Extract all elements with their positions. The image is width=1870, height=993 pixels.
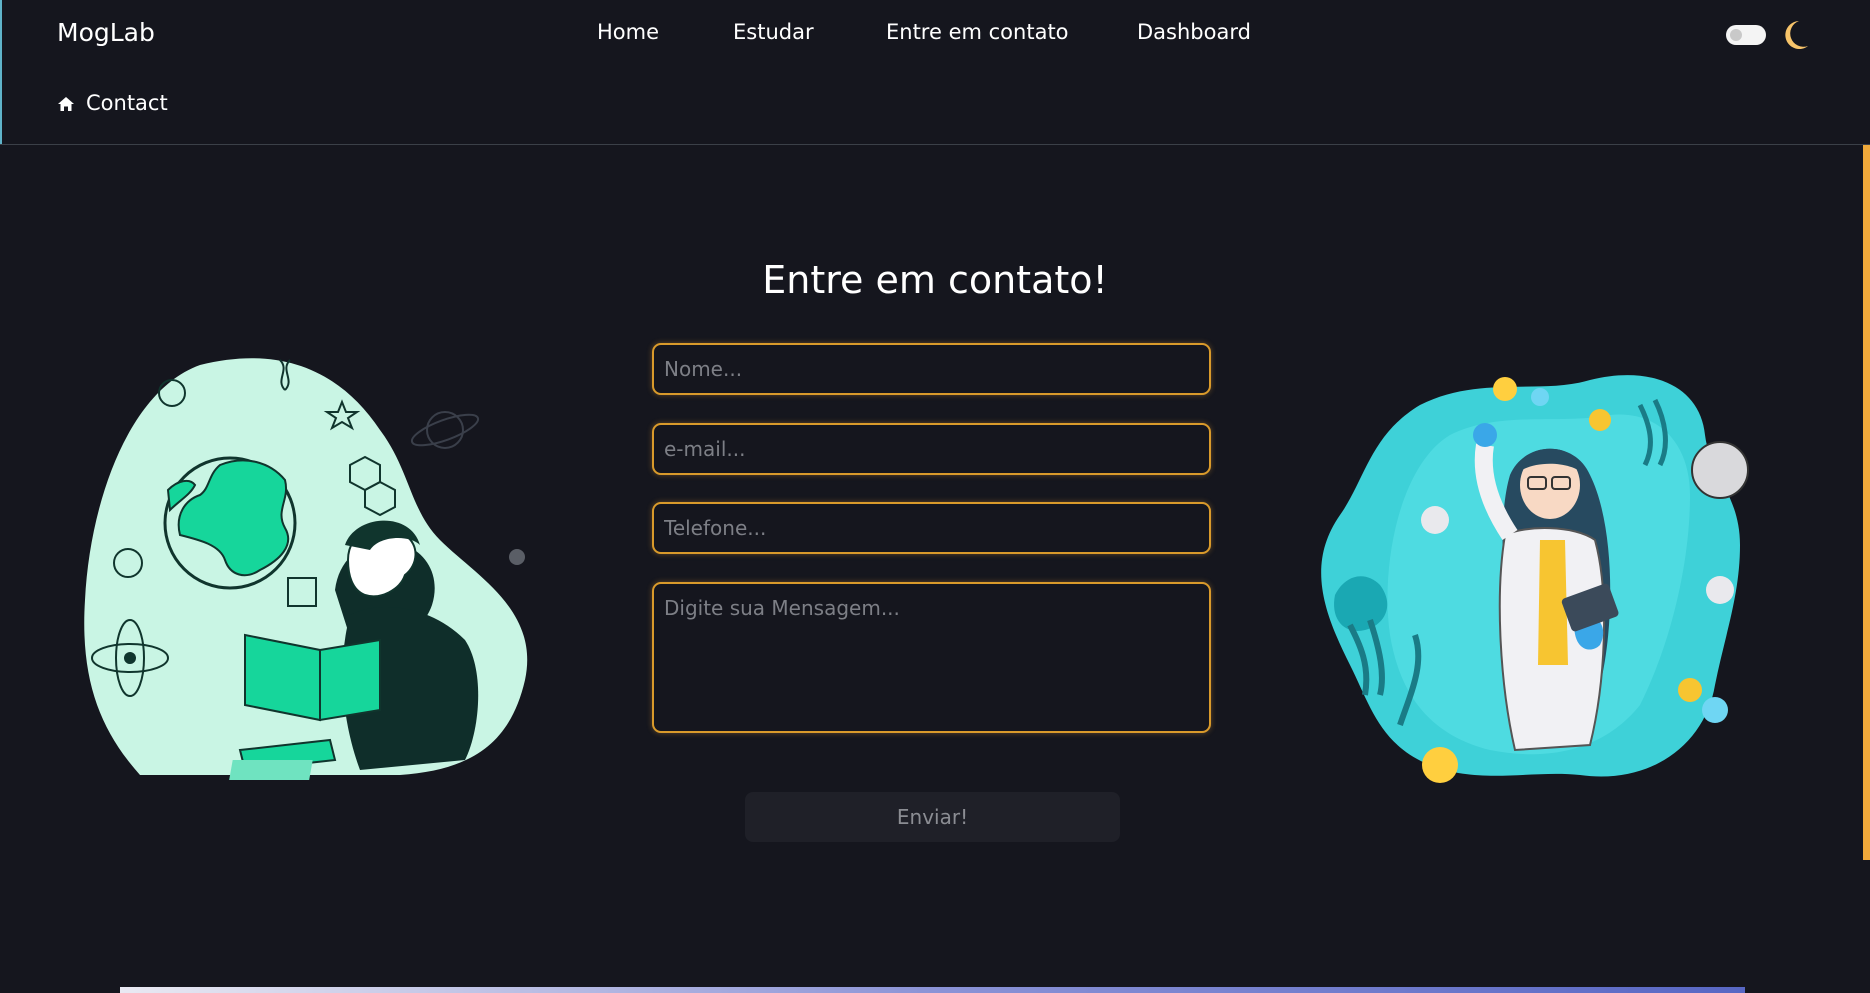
header-divider <box>0 144 1870 145</box>
home-icon <box>58 97 74 111</box>
breadcrumb-label: Contact <box>86 91 168 115</box>
scientist-illustration <box>1321 375 1749 783</box>
message-field[interactable] <box>652 582 1211 733</box>
name-field[interactable] <box>652 343 1211 395</box>
theme-toggle[interactable] <box>1726 25 1766 45</box>
email-field[interactable] <box>652 423 1211 475</box>
page-title: Entre em contato! <box>762 258 1108 302</box>
submit-button[interactable]: Enviar! <box>745 792 1120 842</box>
moon-icon[interactable] <box>1780 18 1810 52</box>
nav-estudar[interactable]: Estudar <box>733 20 814 44</box>
phone-field[interactable] <box>652 502 1211 554</box>
main-nav: Home Estudar Entre em contato Dashboard <box>0 20 1870 50</box>
student-reading-illustration <box>84 358 528 780</box>
nav-dashboard[interactable]: Dashboard <box>1137 20 1251 44</box>
nav-contato[interactable]: Entre em contato <box>886 20 1069 44</box>
toggle-knob <box>1730 29 1742 41</box>
nav-home[interactable]: Home <box>597 20 659 44</box>
top-navbar: MogLab Home Estudar Entre em contato Das… <box>0 0 1870 68</box>
scroll-accent <box>1863 145 1870 860</box>
horizontal-scrollbar[interactable] <box>120 987 1745 993</box>
